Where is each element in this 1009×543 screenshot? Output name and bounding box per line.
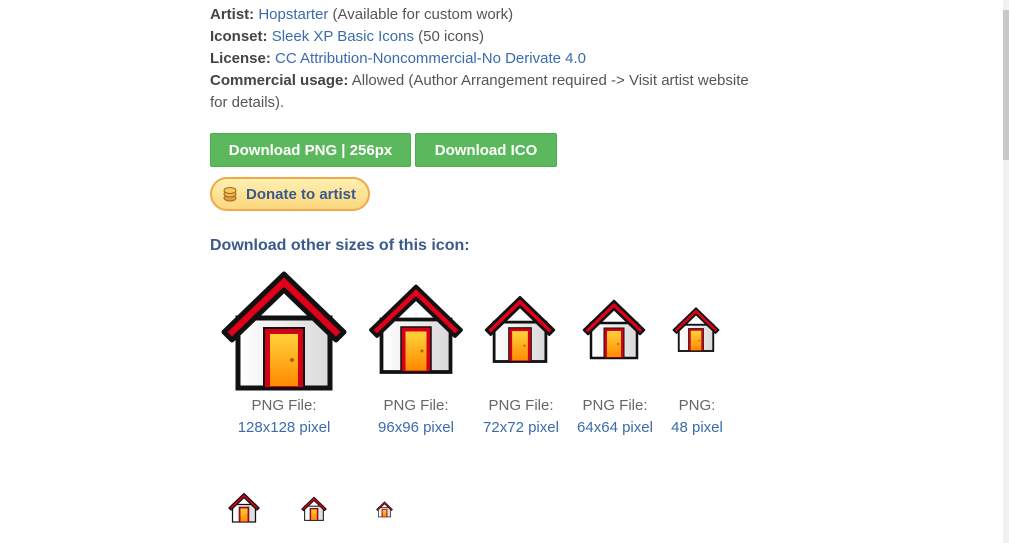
size-link-96[interactable]: 96x96 pixel — [366, 417, 466, 439]
download-png-button[interactable]: Download PNG | 256px — [210, 133, 411, 167]
size-caption-72: PNG File: 72x72 pixel — [476, 395, 566, 439]
size-link-72[interactable]: 72x72 pixel — [476, 417, 566, 439]
size-preview-128[interactable] — [220, 268, 348, 396]
size-preview-96[interactable] — [368, 282, 464, 378]
size-caption-48: PNG: 48 pixel — [662, 395, 732, 439]
other-sizes-heading: Download other sizes of this icon: — [210, 237, 470, 254]
donate-button[interactable]: Donate to artist — [210, 177, 370, 211]
house-icon — [228, 492, 260, 524]
size-preview-16[interactable] — [376, 501, 393, 522]
size-preview-72[interactable] — [484, 294, 556, 366]
size-link-48[interactable]: 48 pixel — [662, 417, 732, 439]
coins-icon — [223, 187, 237, 202]
house-icon — [484, 294, 556, 366]
size-caption-64: PNG File: 64x64 pixel — [570, 395, 660, 439]
size-type-label: PNG: — [678, 397, 716, 414]
size-type-label: PNG File: — [251, 397, 317, 414]
size-type-label: PNG File: — [582, 397, 648, 414]
commercial-label: Commercial usage: — [210, 72, 349, 89]
iconset-label: Iconset: — [210, 28, 268, 45]
house-icon — [376, 501, 393, 518]
size-preview-48[interactable] — [672, 306, 720, 354]
size-type-label: PNG File: — [488, 397, 554, 414]
download-ico-button[interactable]: Download ICO — [415, 133, 557, 167]
artist-line: Artist: Hopstarter (Available for custom… — [210, 4, 750, 26]
artist-note: (Available for custom work) — [328, 6, 514, 23]
size-preview-64[interactable] — [582, 298, 646, 362]
house-icon — [672, 306, 720, 354]
artist-link[interactable]: Hopstarter — [258, 6, 328, 23]
scrollbar-thumb[interactable] — [1003, 10, 1009, 160]
size-link-64[interactable]: 64x64 pixel — [570, 417, 660, 439]
license-link[interactable]: CC Attribution-Noncommercial-No Derivate… — [275, 50, 586, 67]
size-caption-128: PNG File: 128x128 pixel — [214, 395, 354, 439]
size-caption-96: PNG File: 96x96 pixel — [366, 395, 466, 439]
size-type-label: PNG File: — [383, 397, 449, 414]
house-icon — [301, 496, 327, 522]
house-icon — [582, 298, 646, 362]
icon-meta-info: Artist: Hopstarter (Available for custom… — [210, 4, 750, 114]
license-label: License: — [210, 50, 271, 67]
iconset-link[interactable]: Sleek XP Basic Icons — [272, 28, 414, 45]
donate-label: Donate to artist — [246, 185, 357, 203]
license-line: License: CC Attribution-Noncommercial-No… — [210, 48, 750, 70]
size-link-128[interactable]: 128x128 pixel — [214, 417, 354, 439]
commercial-line: Commercial usage: Allowed (Author Arrang… — [210, 70, 750, 114]
iconset-note: (50 icons) — [413, 28, 485, 45]
house-icon — [368, 282, 464, 378]
size-preview-24[interactable] — [301, 496, 327, 526]
iconset-line: Iconset: Sleek XP Basic Icons (50 icons) — [210, 26, 750, 48]
artist-label: Artist: — [210, 6, 255, 23]
size-preview-32[interactable] — [228, 492, 260, 528]
house-icon — [220, 268, 348, 396]
